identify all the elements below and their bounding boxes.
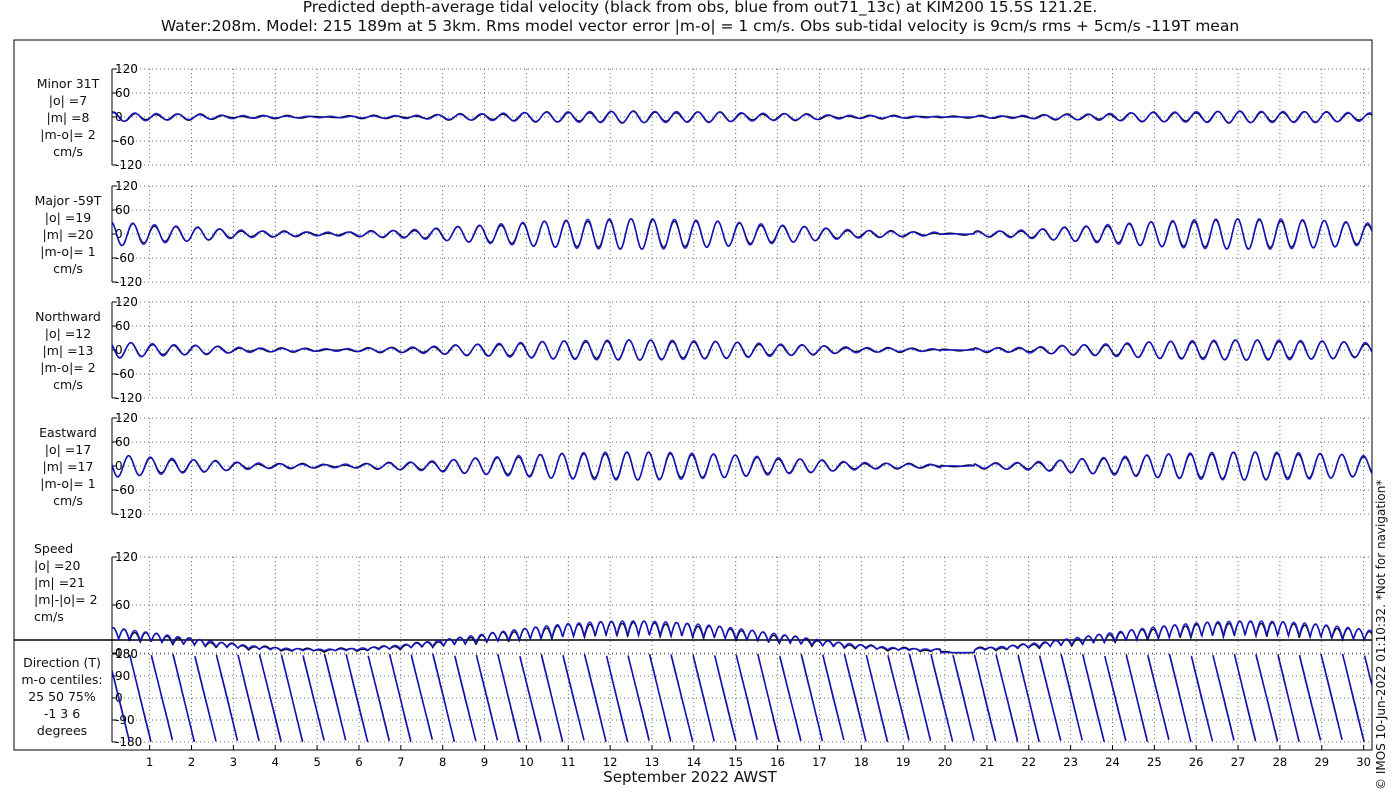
x-tick-label: 20 xyxy=(938,755,953,769)
y-tick-label: -60 xyxy=(115,134,135,148)
x-tick-label: 7 xyxy=(397,755,404,769)
x-tick-label: 17 xyxy=(812,755,827,769)
y-tick-label: 120 xyxy=(115,295,138,309)
x-tick-label: 13 xyxy=(645,755,660,769)
x-tick-label: 9 xyxy=(481,755,488,769)
x-tick-label: 30 xyxy=(1356,755,1371,769)
x-tick-label: 4 xyxy=(272,755,279,769)
y-tick-label: 120 xyxy=(115,179,138,193)
watermark: © IMOS 10-Jun-2022 01:10:32. *Not for na… xyxy=(1374,479,1388,790)
x-tick-label: 11 xyxy=(561,755,576,769)
x-tick-label: 24 xyxy=(1105,755,1120,769)
series-model-line-major xyxy=(111,217,1373,251)
x-tick-label: 1 xyxy=(146,755,153,769)
y-tick-label: -120 xyxy=(115,158,142,172)
x-tick-label: 10 xyxy=(519,755,534,769)
y-tick-label: -120 xyxy=(115,391,142,405)
y-tick-label: -120 xyxy=(115,507,142,521)
x-tick-label: 5 xyxy=(313,755,320,769)
y-tick-label: 60 xyxy=(115,319,130,333)
x-tick-label: 23 xyxy=(1063,755,1078,769)
x-tick-label: 27 xyxy=(1231,755,1246,769)
tidal-velocity-figure: -120-60060120-120-60060120-120-60060120-… xyxy=(13,39,1373,769)
y-tick-label: -60 xyxy=(115,251,135,265)
y-tick-label: 60 xyxy=(115,598,130,612)
x-tick-label: 15 xyxy=(728,755,743,769)
x-tick-label: 6 xyxy=(355,755,362,769)
series-model-line-minor xyxy=(111,110,1373,124)
y-tick-label: 60 xyxy=(115,203,130,217)
figure-frame xyxy=(13,39,1373,751)
x-tick-label: 18 xyxy=(854,755,869,769)
y-tick-label: 180 xyxy=(115,647,138,661)
x-tick-label: 2 xyxy=(188,755,195,769)
x-tick-label: 22 xyxy=(1021,755,1036,769)
x-tick-label: 19 xyxy=(896,755,911,769)
y-tick-label: 60 xyxy=(115,86,130,100)
series-model-line-speed xyxy=(111,620,1373,654)
y-tick-label: 120 xyxy=(115,62,138,76)
x-axis-label: September 2022 AWST xyxy=(603,768,777,786)
x-tick-label: 25 xyxy=(1147,755,1162,769)
x-tick-label: 16 xyxy=(770,755,785,769)
y-tick-label: -60 xyxy=(115,367,135,381)
y-tick-label: -120 xyxy=(115,275,142,289)
x-tick-label: 26 xyxy=(1189,755,1204,769)
x-tick-label: 28 xyxy=(1273,755,1288,769)
x-tick-label: 8 xyxy=(439,755,446,769)
x-tick-label: 29 xyxy=(1314,755,1329,769)
y-tick-label: 90 xyxy=(115,669,130,683)
x-tick-label: 21 xyxy=(980,755,995,769)
x-tick-label: 3 xyxy=(230,755,237,769)
y-tick-label: 120 xyxy=(115,550,138,564)
y-tick-label: 120 xyxy=(115,411,138,425)
x-tick-label: 12 xyxy=(603,755,618,769)
y-tick-label: -60 xyxy=(115,483,135,497)
x-tick-label: 14 xyxy=(687,755,702,769)
y-tick-label: 60 xyxy=(115,435,130,449)
series-model-line-northward xyxy=(111,339,1373,361)
